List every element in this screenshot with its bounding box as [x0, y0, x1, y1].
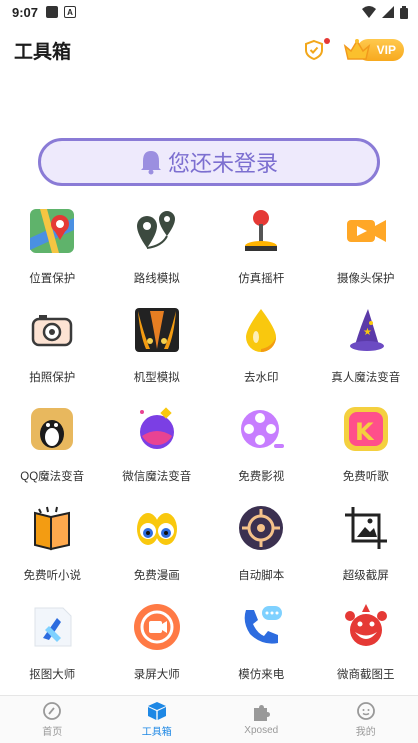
wifi-icon: [362, 6, 376, 18]
login-banner[interactable]: 您还未登录: [38, 138, 380, 186]
target-icon: [236, 503, 286, 553]
page-title: 工具箱: [14, 41, 72, 63]
tool-auto-script[interactable]: 自动脚本: [209, 495, 314, 594]
tool-label: 机型模拟: [133, 372, 180, 384]
tools-grid: 位置保护 路线模拟 仿真摇杆 摄像头保护 拍照保护 机型模拟 去水印 ★ 真人魔…: [0, 198, 418, 693]
tool-joystick[interactable]: 仿真摇杆: [209, 198, 314, 297]
film-reel-icon: [236, 404, 286, 454]
tool-label: 录屏大师: [133, 669, 180, 681]
tool-photo-protect[interactable]: 拍照保护: [0, 297, 105, 396]
tool-label: 超级截屏: [342, 570, 389, 582]
nav-profile[interactable]: 我的: [314, 696, 418, 743]
signal-icon: [382, 6, 394, 18]
magic-potion-icon: [132, 404, 182, 454]
nav-xposed[interactable]: Xposed: [209, 696, 314, 743]
tool-label: 模仿来电: [238, 669, 285, 681]
status-bar: 9:07 A: [0, 0, 418, 24]
tool-real-voice-change[interactable]: ★ 真人魔法变音: [314, 297, 418, 396]
map-pin-icon: [27, 206, 77, 256]
tool-label: 免费漫画: [133, 570, 180, 582]
login-prompt: 您还未登录: [167, 151, 278, 176]
crown-icon: [343, 39, 370, 60]
tool-label: 拍照保护: [29, 372, 76, 384]
app-header: 工具箱 VIP: [0, 30, 418, 70]
home-icon: [43, 702, 62, 720]
cutout-icon: [27, 602, 77, 652]
svg-text:K: K: [355, 418, 375, 446]
music-k-icon: K: [341, 404, 391, 454]
tool-label: 摄像头保护: [337, 273, 395, 285]
notification-dot: [323, 38, 330, 44]
tool-camera-protect[interactable]: 摄像头保护: [314, 198, 418, 297]
tool-label: 路线模拟: [133, 273, 180, 285]
status-time: 9:07: [12, 4, 39, 20]
nav-label: 首页: [42, 727, 63, 738]
tool-route-sim[interactable]: 路线模拟: [105, 198, 210, 297]
tool-label: 免费听小说: [23, 570, 82, 582]
bell-icon: [140, 151, 161, 175]
tool-location-protect[interactable]: 位置保护: [0, 198, 105, 297]
tool-super-screenshot[interactable]: 超级截屏: [314, 495, 418, 594]
battery-icon: [400, 5, 408, 19]
tool-label: 免费听歌: [342, 471, 389, 483]
crop-image-icon: [341, 503, 391, 553]
nav-label: 我的: [355, 727, 376, 738]
toolbox-icon: [147, 702, 166, 720]
tool-device-sim[interactable]: 机型模拟: [105, 297, 210, 396]
tool-label: 仿真摇杆: [238, 273, 285, 285]
shield-icon: [304, 39, 323, 61]
tool-wechat-voice-change[interactable]: 微信魔法变音: [105, 396, 210, 495]
camera-video-icon: [341, 206, 391, 256]
tool-wechat-screenshot[interactable]: 微商截图王: [314, 594, 418, 693]
penguin-icon: [27, 404, 77, 454]
tool-label: QQ魔法变音: [20, 471, 85, 483]
font-icon: A: [64, 6, 77, 18]
vip-button[interactable]: VIP: [343, 37, 404, 63]
wizard-hat-icon: ★: [341, 305, 391, 355]
tool-label: 抠图大师: [29, 669, 76, 681]
nav-toolbox[interactable]: 工具箱: [105, 696, 210, 743]
svg-text:★: ★: [363, 327, 372, 338]
route-icon: [132, 206, 182, 256]
phone-model-icon: [132, 305, 182, 355]
tool-free-novel[interactable]: 免费听小说: [0, 495, 105, 594]
tool-free-video[interactable]: 免费影视: [209, 396, 314, 495]
tool-free-comic[interactable]: 免费漫画: [105, 495, 210, 594]
phone-call-icon: [236, 602, 286, 652]
profile-icon: [356, 702, 375, 720]
bottom-nav: 首页 工具箱 Xposed 我的: [0, 695, 418, 743]
camera-icon: [27, 305, 77, 355]
puzzle-icon: [254, 705, 271, 721]
nav-home[interactable]: 首页: [0, 696, 105, 743]
tool-label: 微商截图王: [337, 669, 395, 681]
water-drop-icon: [236, 305, 286, 355]
tool-label: 位置保护: [29, 273, 76, 285]
tool-label: 去水印: [244, 372, 279, 384]
tool-screen-record[interactable]: 录屏大师: [105, 594, 210, 693]
tool-remove-watermark[interactable]: 去水印: [209, 297, 314, 396]
tool-label: 微信魔法变音: [122, 471, 192, 483]
screen-record-icon: [132, 602, 182, 652]
tool-label: 自动脚本: [238, 570, 285, 582]
clown-icon: [341, 602, 391, 652]
tool-label: 免费影视: [238, 471, 285, 483]
shield-button[interactable]: [303, 38, 330, 61]
nav-label: Xposed: [244, 725, 279, 736]
tool-free-music[interactable]: K 免费听歌: [314, 396, 418, 495]
tool-label: 真人魔法变音: [331, 372, 401, 384]
tool-cutout-master[interactable]: 抠图大师: [0, 594, 105, 693]
tool-qq-voice-change[interactable]: QQ魔法变音: [0, 396, 105, 495]
joystick-icon: [236, 206, 286, 256]
notification-icon: [46, 6, 59, 18]
cartoon-eyes-icon: [132, 503, 182, 553]
nav-label: 工具箱: [141, 727, 172, 738]
tool-fake-call[interactable]: 模仿来电: [209, 594, 314, 693]
book-icon: [27, 503, 77, 553]
